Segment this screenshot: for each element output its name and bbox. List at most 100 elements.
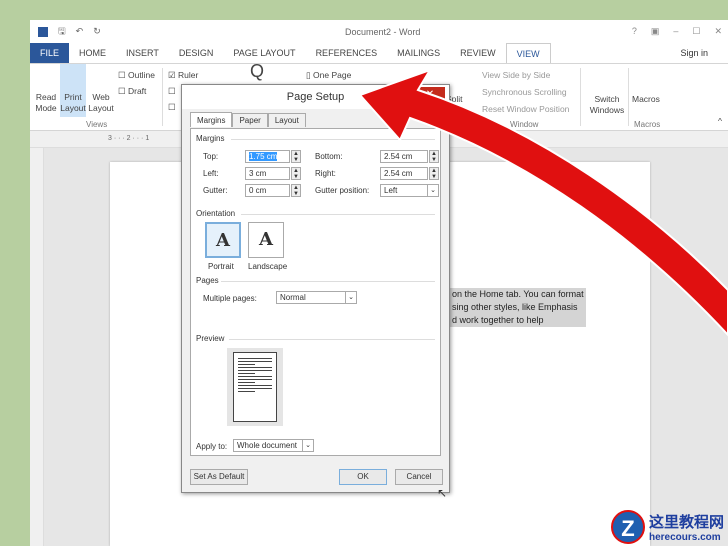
- watermark-cn: 这里教程网: [648, 514, 724, 531]
- tab-layout[interactable]: Layout: [267, 113, 306, 127]
- margins-panel: Margins Top: 1.75 cm ▲ ▼ Bottom: 2.54 cm …: [190, 128, 441, 456]
- text-line: sing other styles, like Emphasis: [450, 301, 586, 314]
- ruler-checkbox[interactable]: ☑ Ruler: [168, 70, 198, 81]
- word-icon: [38, 26, 48, 37]
- synchronous-scrolling-button[interactable]: Synchronous Scrolling: [482, 87, 567, 98]
- tab-design[interactable]: DESIGN: [169, 43, 224, 63]
- multiple-pages-label: Multiple pages:: [203, 294, 257, 303]
- minimize-button[interactable]: –: [673, 26, 678, 37]
- apply-to-value: Whole document: [237, 441, 298, 450]
- pages-section-label: Pages: [196, 276, 219, 285]
- undo-icon[interactable]: ↶: [76, 26, 84, 37]
- view-side-by-side-button[interactable]: View Side by Side: [482, 70, 550, 81]
- text-line: d work together to help: [450, 314, 586, 327]
- gutter-position-select[interactable]: Left ⌄: [380, 184, 439, 197]
- top-label: Top:: [203, 152, 219, 161]
- landscape-label: Landscape: [248, 262, 288, 271]
- cancel-button[interactable]: Cancel: [395, 469, 443, 485]
- read-mode-button[interactable]: Read Mode: [34, 92, 58, 114]
- right-input[interactable]: 2.54 cm: [380, 167, 428, 180]
- dialog-title: Page Setup: [182, 85, 449, 109]
- tab-view[interactable]: VIEW: [505, 42, 551, 64]
- apply-to-label: Apply to:: [196, 442, 228, 451]
- gutter-input[interactable]: 0 cm: [245, 184, 290, 197]
- macros-group-label: Macros: [634, 120, 661, 129]
- set-as-default-button[interactable]: Set As Default: [190, 469, 248, 485]
- navigation-pane-checkbox[interactable]: ☐: [168, 102, 176, 113]
- watermark: Z 这里教程网 herecours.com: [610, 510, 724, 544]
- portrait-button[interactable]: A: [205, 222, 241, 258]
- tab-paper[interactable]: Paper: [232, 113, 268, 127]
- redo-icon[interactable]: ↻: [93, 26, 101, 37]
- title-bar: 🖫 ↶ ↻ Document2 - Word ? ▣ – ☐ ✕: [30, 20, 728, 43]
- zoom-icon[interactable]: Q: [250, 62, 264, 80]
- window-title: Document2 - Word: [345, 27, 421, 37]
- reset-window-position-button[interactable]: Reset Window Position: [482, 104, 569, 115]
- preview-section-label: Preview: [196, 334, 225, 343]
- right-spinner[interactable]: ▲ ▼: [429, 167, 439, 180]
- apply-to-select[interactable]: Whole document ⌄: [233, 439, 314, 452]
- tab-mailings[interactable]: MAILINGS: [387, 43, 450, 63]
- print-layout-button[interactable]: Print Layout: [60, 64, 86, 117]
- tab-references[interactable]: REFERENCES: [306, 43, 388, 63]
- gutter-position-label: Gutter position:: [315, 186, 370, 195]
- portrait-label: Portrait: [208, 262, 234, 271]
- vertical-ruler[interactable]: [30, 148, 44, 546]
- outline-button[interactable]: ☐ Outline: [118, 70, 155, 81]
- gridlines-checkbox[interactable]: ☐: [168, 86, 176, 97]
- top-value: 1.75 cm: [249, 152, 278, 161]
- close-button[interactable]: ✕: [714, 26, 722, 37]
- multiple-pages-select[interactable]: Normal ⌄: [276, 291, 357, 304]
- switch-windows-button[interactable]: Switch Windows: [588, 94, 626, 116]
- mouse-cursor-icon: ↖: [437, 486, 448, 500]
- collapse-ribbon-icon[interactable]: ^: [718, 116, 722, 127]
- watermark-url: herecours.com: [648, 532, 721, 543]
- right-label: Right:: [315, 169, 336, 178]
- bottom-input[interactable]: 2.54 cm: [380, 150, 428, 163]
- ribbon-tabs: FILE HOME INSERT DESIGN PAGE LAYOUT REFE…: [30, 42, 728, 64]
- bottom-spinner[interactable]: ▲ ▼: [429, 150, 439, 163]
- tab-review[interactable]: REVIEW: [450, 43, 506, 63]
- ok-button[interactable]: OK: [339, 469, 387, 485]
- gutter-label: Gutter:: [203, 186, 228, 195]
- views-group-label: Views: [86, 120, 108, 129]
- landscape-button[interactable]: A: [248, 222, 284, 258]
- window-group-label: Window: [510, 120, 539, 129]
- one-page-label: One Page: [313, 70, 352, 80]
- tab-margins[interactable]: Margins: [190, 112, 233, 127]
- document-text[interactable]: on the Home tab. You can format sing oth…: [450, 288, 586, 327]
- orientation-section-label: Orientation: [196, 209, 236, 218]
- chevron-down-icon: ⌄: [427, 185, 438, 196]
- ruler-label: Ruler: [177, 70, 199, 80]
- chevron-down-icon: ⌄: [302, 440, 313, 451]
- draft-label: Draft: [127, 86, 147, 96]
- left-spinner[interactable]: ▲ ▼: [291, 167, 301, 180]
- multiple-pages-value: Normal: [280, 293, 306, 302]
- macros-button[interactable]: Macros: [632, 94, 660, 105]
- page-setup-dialog: Page Setup ✕ Margins Paper Layout Margin…: [181, 84, 450, 493]
- page-preview: [227, 348, 283, 426]
- margins-section-label: Margins: [196, 134, 225, 143]
- tab-page-layout[interactable]: PAGE LAYOUT: [223, 43, 305, 63]
- ribbon-display-button[interactable]: ▣: [651, 26, 660, 37]
- help-button[interactable]: ?: [632, 26, 637, 37]
- top-input[interactable]: 1.75 cm: [245, 150, 290, 163]
- left-label: Left:: [203, 169, 219, 178]
- text-line: on the Home tab. You can format: [450, 288, 586, 301]
- maximize-button[interactable]: ☐: [692, 26, 700, 37]
- tab-file[interactable]: FILE: [30, 43, 70, 63]
- gutter-position-value: Left: [384, 186, 398, 195]
- one-page-button[interactable]: ▯ One Page: [306, 70, 351, 81]
- draft-button[interactable]: ☐ Draft: [118, 86, 146, 97]
- outline-label: Outline: [127, 70, 155, 80]
- bottom-label: Bottom:: [315, 152, 343, 161]
- top-spinner[interactable]: ▲ ▼: [291, 150, 301, 163]
- web-layout-button[interactable]: Web Layout: [88, 92, 114, 114]
- tab-insert[interactable]: INSERT: [116, 43, 169, 63]
- sign-in-link[interactable]: Sign in: [680, 48, 708, 58]
- tab-home[interactable]: HOME: [69, 43, 116, 63]
- save-icon[interactable]: 🖫: [58, 24, 66, 40]
- left-input[interactable]: 3 cm: [245, 167, 290, 180]
- dialog-close-button[interactable]: ✕: [415, 87, 445, 103]
- gutter-spinner[interactable]: ▲ ▼: [291, 184, 301, 197]
